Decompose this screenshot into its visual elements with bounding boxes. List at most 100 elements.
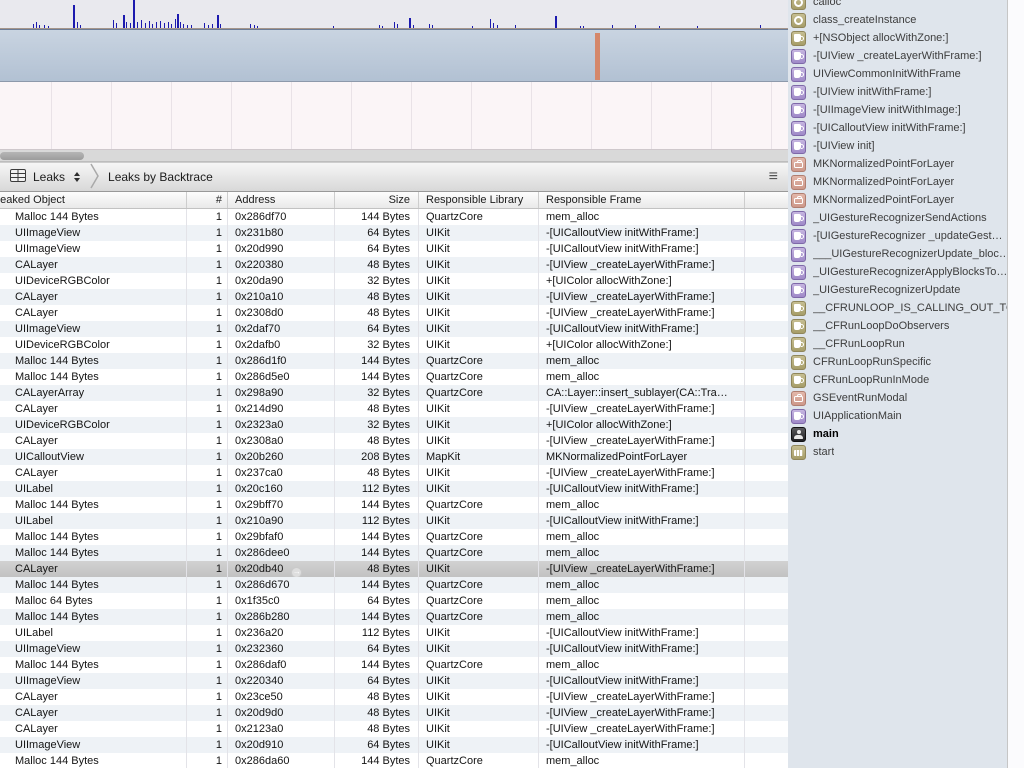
column-header-address[interactable]: Address — [228, 192, 335, 208]
stack-frame-item[interactable]: -[UICalloutView initWithFrame:] — [788, 119, 1007, 137]
table-row[interactable]: UIImageView 1 0x232360 64 Bytes UIKit -[UICal… — [0, 641, 788, 657]
table-row[interactable]: CALayer 1 0x20d9d0 48 Bytes UIKit -[UIView _c… — [0, 705, 788, 721]
stack-frame-item[interactable]: _UIGestureRecognizerSendActions — [788, 209, 1007, 227]
table-row[interactable]: CALayer 1 0x2308d0 48 Bytes UIKit -[UIView _c… — [0, 305, 788, 321]
table-row[interactable]: Malloc 144 Bytes 1 0x286da60 144 Bytes Quart… — [0, 753, 788, 768]
hamburger-menu-icon[interactable]: ≡ — [769, 163, 778, 191]
table-row[interactable]: Malloc 144 Bytes 1 0x286d1f0 144 Bytes Quart… — [0, 353, 788, 369]
stack-frame-item[interactable]: +[NSObject allocWithZone:] — [788, 29, 1007, 47]
scrollbar-thumb[interactable] — [0, 152, 84, 160]
table-row[interactable]: Malloc 144 Bytes 1 0x286d5e0 144 Bytes Quart… — [0, 369, 788, 385]
stack-frame-label: start — [813, 446, 835, 458]
stack-frame-item[interactable]: _UIGestureRecognizerApplyBlocksTo… — [788, 263, 1007, 281]
table-row[interactable]: Malloc 144 Bytes 1 0x286b280 144 Bytes Quart… — [0, 609, 788, 625]
stack-frame-item[interactable]: start — [788, 443, 1007, 461]
cell-library: QuartzCore — [419, 529, 539, 545]
stack-frame-item[interactable]: CFRunLoopRunInMode — [788, 371, 1007, 389]
table-row[interactable]: CALayer 1 0x2123a0 48 Bytes UIKit -[UIView _c… — [0, 721, 788, 737]
cell-library: QuartzCore — [419, 753, 539, 768]
column-header-library[interactable]: Responsible Library — [419, 192, 539, 208]
stack-frame-item[interactable]: __CFRUNLOOP_IS_CALLING_OUT_TO… — [788, 299, 1007, 317]
stack-frame-item[interactable]: main — [788, 425, 1007, 443]
cell-library: QuartzCore — [419, 353, 539, 369]
bank-icon — [791, 444, 806, 460]
cell-frame: CA::Layer::insert_sublayer(CA::Tra… — [539, 385, 745, 401]
stack-frame-item[interactable]: -[UIView _createLayerWithFrame:] — [788, 47, 1007, 65]
timeline-inspection-marker[interactable] — [595, 33, 600, 80]
stack-frame-item[interactable]: MKNormalizedPointForLayer — [788, 155, 1007, 173]
table-row[interactable]: UIImageView 1 0x20d910 64 Bytes UIKit -[UICal… — [0, 737, 788, 753]
stack-frame-item[interactable]: -[UIGestureRecognizer _updateGest… — [788, 227, 1007, 245]
table-row[interactable]: UIDeviceRGBColor 1 0x20da90 32 Bytes UIKit +[… — [0, 273, 788, 289]
cell-blank — [745, 641, 788, 657]
focus-arrow-icon[interactable]: → — [291, 566, 303, 577]
table-row[interactable]: UIDeviceRGBColor 1 0x2323a0 32 Bytes UIKit +[… — [0, 417, 788, 433]
cell-object: CALayer — [0, 721, 187, 737]
table-row[interactable]: Malloc 144 Bytes 1 0x286df70 144 Bytes Quart… — [0, 209, 788, 225]
table-row[interactable]: UICalloutView 1 0x20b260 208 Bytes MapKit MKN… — [0, 449, 788, 465]
stack-frame-label: _UIGestureRecognizerSendActions — [813, 212, 987, 224]
stack-frame-label: -[UIImageView initWithImage:] — [813, 104, 961, 116]
timeline-grid-track[interactable] — [0, 82, 788, 150]
stack-frame-item[interactable]: __CFRunLoopRun — [788, 335, 1007, 353]
table-row[interactable]: CALayer 1 0x23ce50 48 Bytes UIKit -[UIView _c… — [0, 689, 788, 705]
stack-frame-item[interactable]: CFRunLoopRunSpecific — [788, 353, 1007, 371]
allocation-spike — [257, 26, 258, 28]
table-row[interactable]: Malloc 144 Bytes 1 0x29bfaf0 144 Bytes Quart… — [0, 529, 788, 545]
stack-frame-item[interactable]: MKNormalizedPointForLayer — [788, 173, 1007, 191]
stack-frame-item[interactable]: calloc — [788, 0, 1007, 11]
allocation-spikes-track[interactable] — [0, 0, 788, 29]
cell-size: 64 Bytes — [335, 241, 419, 257]
table-row[interactable]: UIImageView 1 0x220340 64 Bytes UIKit -[UICal… — [0, 673, 788, 689]
table-row[interactable]: CALayer 1 0x20db40 → 48 Bytes UIKit -[UIView _… — [0, 561, 788, 577]
stack-frame-item[interactable]: __CFRunLoopDoObservers — [788, 317, 1007, 335]
stack-frame-label: UIApplicationMain — [813, 410, 902, 422]
table-row[interactable]: CALayer 1 0x220380 48 Bytes UIKit -[UIView _c… — [0, 257, 788, 273]
stack-frame-item[interactable]: -[UIView initWithFrame:] — [788, 83, 1007, 101]
table-row[interactable]: Malloc 144 Bytes 1 0x286d670 144 Bytes Quart… — [0, 577, 788, 593]
column-header-count[interactable]: # — [187, 192, 228, 208]
leaks-timeline-track[interactable] — [0, 29, 788, 82]
column-header-size[interactable]: Size — [335, 192, 419, 208]
column-header-frame[interactable]: Responsible Frame — [539, 192, 745, 208]
table-row[interactable]: UILabel 1 0x236a20 112 Bytes UIKit -[UICallou… — [0, 625, 788, 641]
table-row[interactable]: CALayer 1 0x210a10 48 Bytes UIKit -[UIView _c… — [0, 289, 788, 305]
table-row[interactable]: Malloc 144 Bytes 1 0x29bff70 144 Bytes Quart… — [0, 497, 788, 513]
table-row[interactable]: UILabel 1 0x210a90 112 Bytes UIKit -[UICallou… — [0, 513, 788, 529]
table-row[interactable]: UIDeviceRGBColor 1 0x2dafb0 32 Bytes UIKit +[… — [0, 337, 788, 353]
table-row[interactable]: CALayer 1 0x2308a0 48 Bytes UIKit -[UIView _c… — [0, 433, 788, 449]
table-row[interactable]: UIImageView 1 0x2daf70 64 Bytes UIKit -[UICal… — [0, 321, 788, 337]
cell-library: UIKit — [419, 289, 539, 305]
stack-frame-item[interactable]: class_createInstance — [788, 11, 1007, 29]
stack-frame-item[interactable]: GSEventRunModal — [788, 389, 1007, 407]
table-row[interactable]: CALayer 1 0x214d90 48 Bytes UIKit -[UIView _c… — [0, 401, 788, 417]
detail-view-selector[interactable]: Leaks — [10, 169, 81, 185]
case-icon — [791, 192, 806, 208]
cup-icon — [791, 228, 806, 244]
table-row[interactable]: UIImageView 1 0x20d990 64 Bytes UIKit -[UICal… — [0, 241, 788, 257]
stack-frame-item[interactable]: -[UIView init] — [788, 137, 1007, 155]
stack-frame-item[interactable]: ___UIGestureRecognizerUpdate_bloc… — [788, 245, 1007, 263]
stack-frame-item[interactable]: MKNormalizedPointForLayer — [788, 191, 1007, 209]
stack-frame-item[interactable]: -[UIImageView initWithImage:] — [788, 101, 1007, 119]
table-row[interactable]: Malloc 144 Bytes 1 0x286dee0 144 Bytes Quart… — [0, 545, 788, 561]
stack-frame-item[interactable]: UIViewCommonInitWithFrame — [788, 65, 1007, 83]
table-row[interactable]: UILabel 1 0x20c160 112 Bytes UIKit -[UICallou… — [0, 481, 788, 497]
timeline-horizontal-scrollbar[interactable] — [0, 150, 788, 162]
table-row[interactable]: UIImageView 1 0x231b80 64 Bytes UIKit -[UICal… — [0, 225, 788, 241]
cup-icon — [791, 30, 806, 46]
stack-frame-item[interactable]: _UIGestureRecognizerUpdate — [788, 281, 1007, 299]
cell-address: 0x20c160 — [228, 481, 335, 497]
column-header-object[interactable]: Leaked Object — [0, 192, 187, 208]
allocation-spike — [409, 18, 411, 28]
sidebar-scrollbar-track[interactable] — [1007, 0, 1024, 768]
cell-blank — [745, 289, 788, 305]
breadcrumb[interactable]: Leaks by Backtrace — [108, 170, 213, 184]
table-row[interactable]: CALayerArray 1 0x298a90 32 Bytes QuartzCore C… — [0, 385, 788, 401]
cell-address: 0x286d670 — [228, 577, 335, 593]
instruments-window: Leaks Leaks by Backtrace ≡ Leaked Object… — [0, 0, 1024, 768]
table-row[interactable]: Malloc 144 Bytes 1 0x286daf0 144 Bytes Quart… — [0, 657, 788, 673]
stack-frame-item[interactable]: UIApplicationMain — [788, 407, 1007, 425]
table-row[interactable]: CALayer 1 0x237ca0 48 Bytes UIKit -[UIView _c… — [0, 465, 788, 481]
table-row[interactable]: Malloc 64 Bytes 1 0x1f35c0 64 Bytes QuartzCo… — [0, 593, 788, 609]
